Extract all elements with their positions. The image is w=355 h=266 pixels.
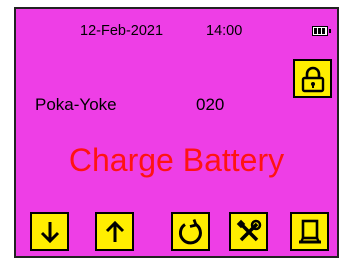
date-label: 12-Feb-2021 [80, 23, 164, 39]
alert-message: Charge Battery [68, 142, 285, 178]
arrow-down-icon [40, 221, 59, 243]
scroll-up-button[interactable] [95, 212, 134, 251]
scroll-down-button[interactable] [30, 212, 69, 251]
device-screen: 12-Feb-2021 14:00 Poka-Yoke 020 Charge B… [14, 7, 339, 258]
arrow-up-icon [105, 220, 124, 242]
refresh-button[interactable] [171, 212, 210, 251]
time-label: 14:00 [206, 23, 243, 39]
refresh-icon [178, 218, 202, 244]
tools-icon [236, 219, 261, 241]
settings-button[interactable] [229, 212, 268, 251]
stand-icon [298, 219, 321, 243]
lock-button[interactable] [293, 59, 332, 98]
lock-icon [301, 66, 324, 92]
device-name: Poka-Yoke [35, 95, 117, 114]
device-code: 020 [196, 95, 225, 114]
stand-button[interactable] [290, 212, 329, 251]
battery-icon [312, 26, 331, 36]
